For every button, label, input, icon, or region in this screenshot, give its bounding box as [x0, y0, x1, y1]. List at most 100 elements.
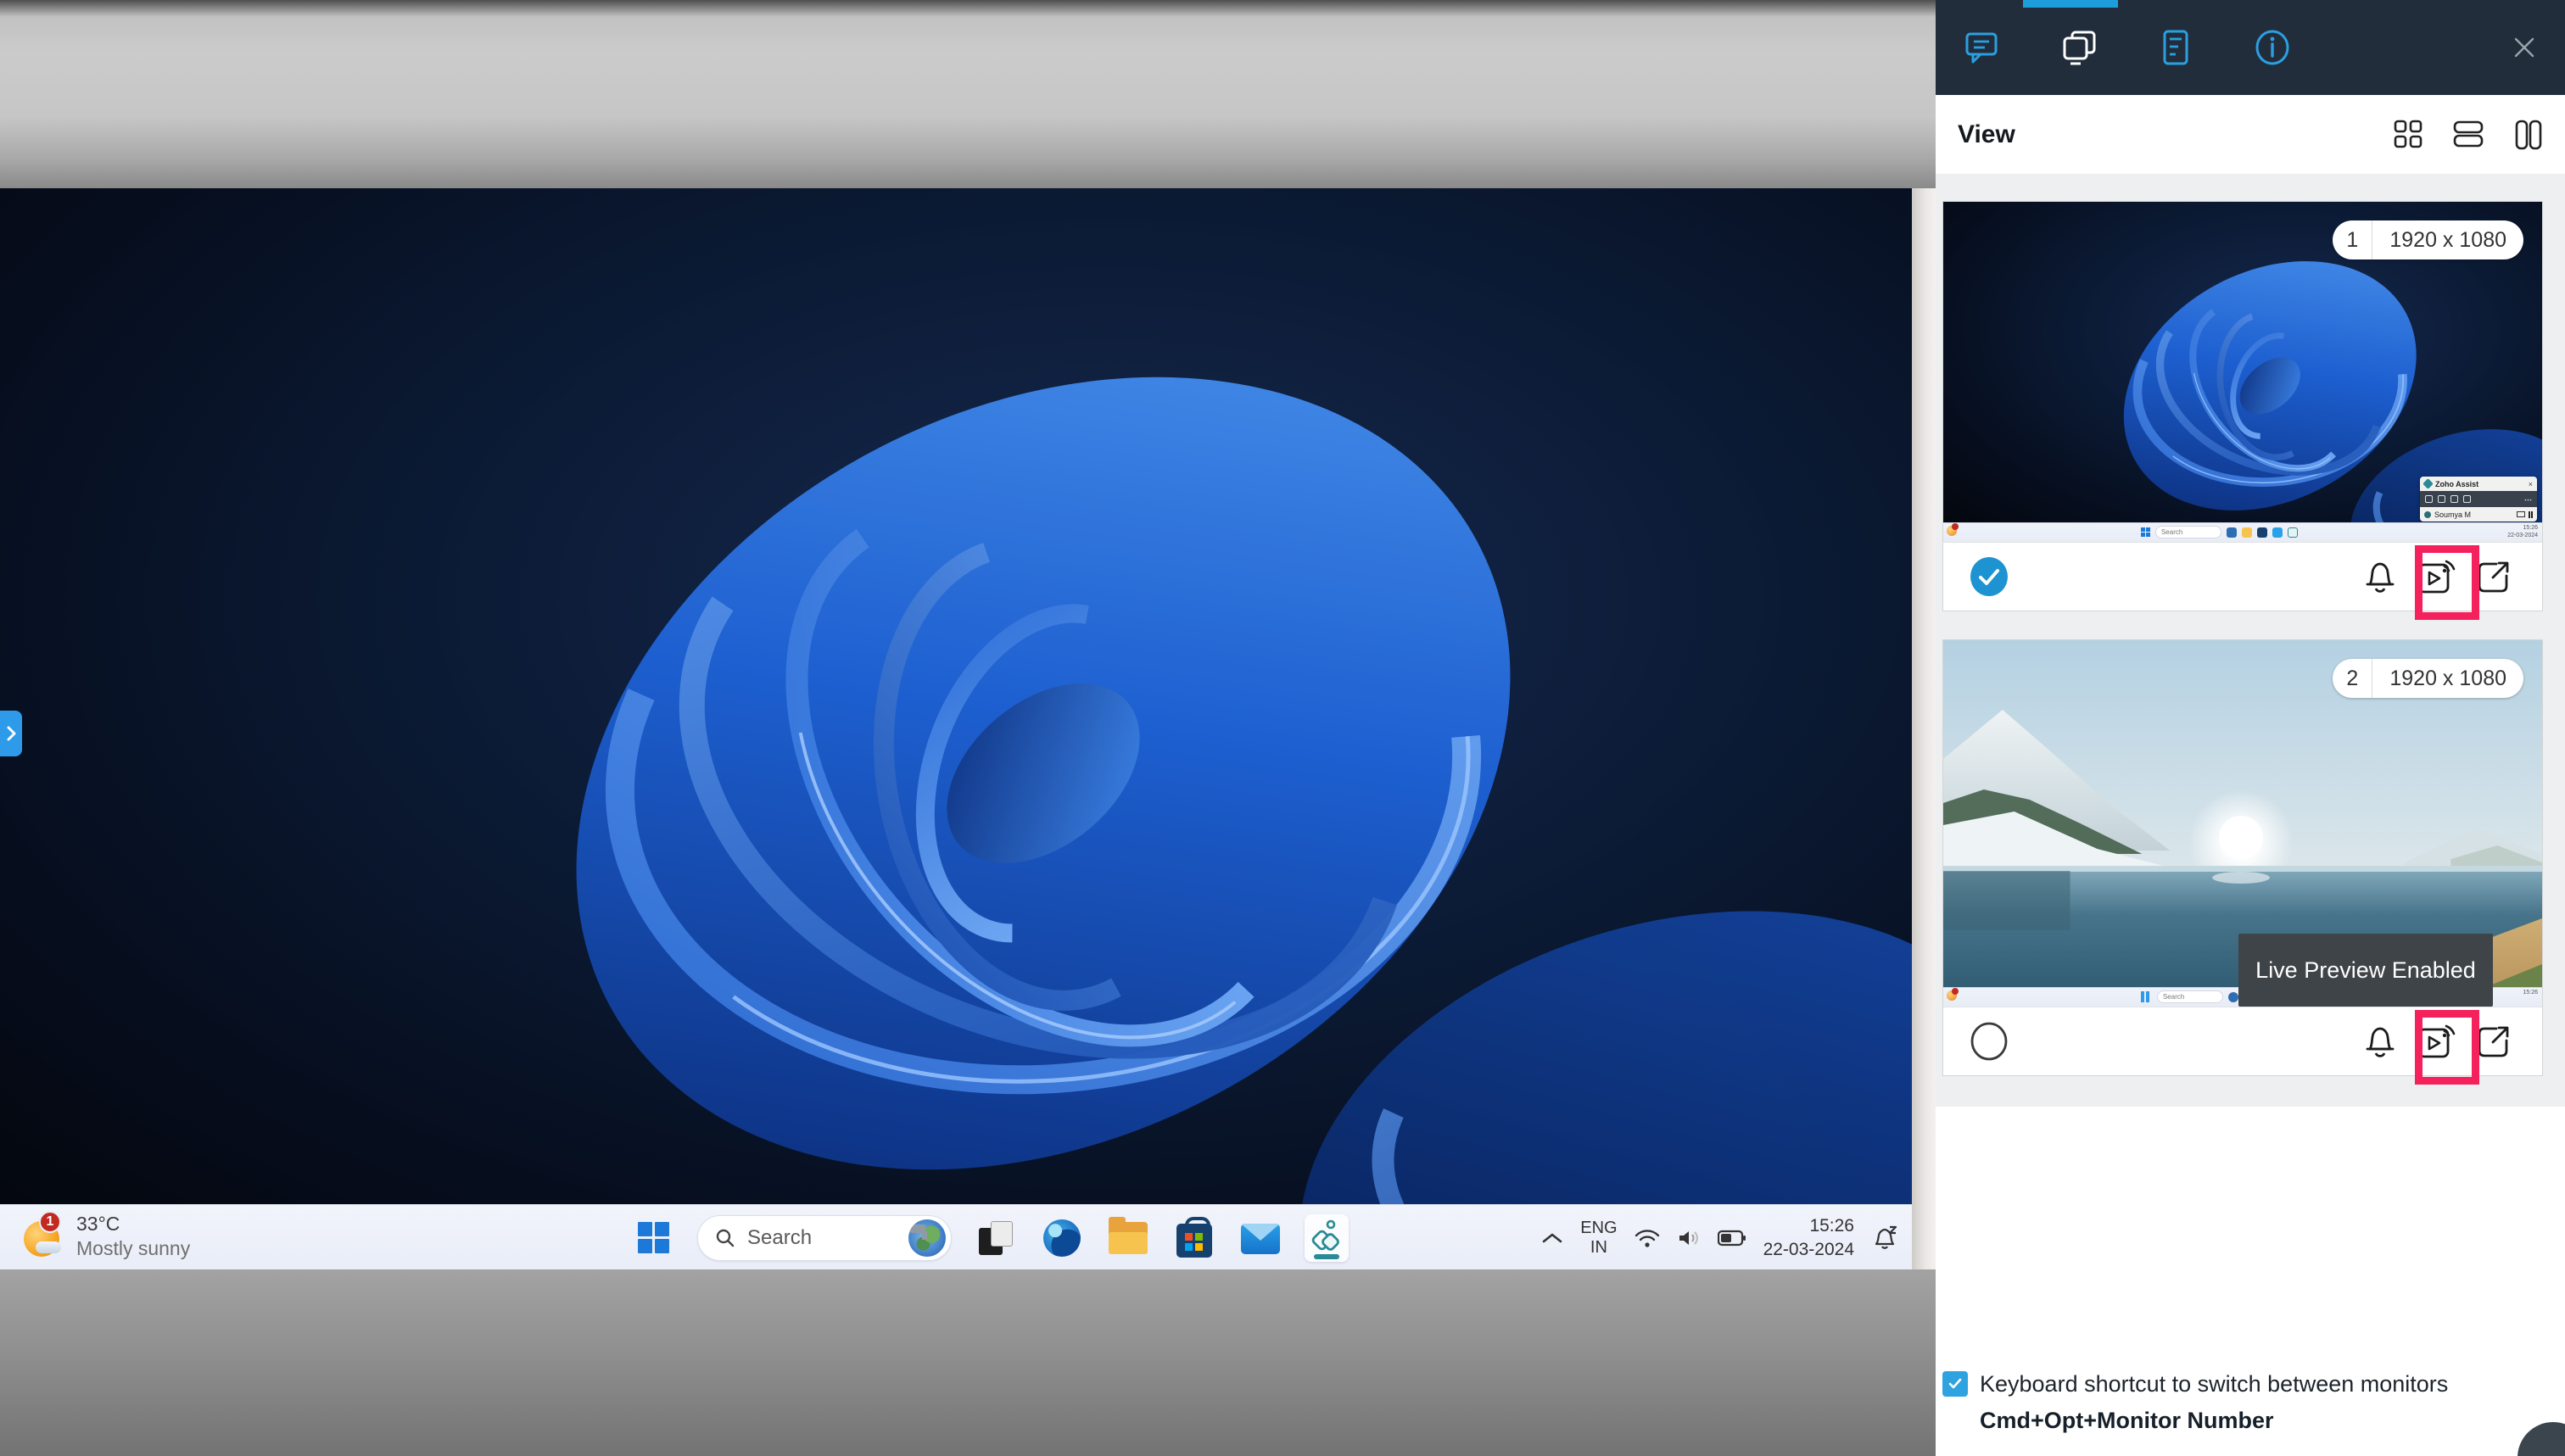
- bloom-wallpaper: [0, 188, 1912, 1269]
- monitor-card-1: 1 1920 x 1080 Zoho Assist × ⋯ Soumya M: [1942, 201, 2543, 611]
- tray-date: 22-03-2024: [1763, 1238, 1854, 1261]
- live-preview-icon: [2417, 1023, 2456, 1060]
- bell-icon: [2364, 559, 2396, 594]
- external-link-icon: [2476, 1024, 2512, 1059]
- thumb-assist-window: Zoho Assist × ⋯ Soumya M: [2420, 477, 2537, 522]
- bing-daily-image-icon: [908, 1219, 946, 1257]
- thumb-store-icon: [2257, 527, 2267, 538]
- weather-temp: 33°C: [76, 1212, 190, 1236]
- remote-desktop-view[interactable]: 1 33°C Mostly sunny Search: [0, 188, 1912, 1269]
- thumb-close-icon: ×: [2529, 480, 2533, 488]
- language-indicator[interactable]: ENG IN: [1580, 1219, 1617, 1258]
- session-panel-expand-tab[interactable]: [0, 711, 22, 756]
- tab-session-notes[interactable]: [2157, 29, 2194, 66]
- weather-badge: 1: [39, 1211, 61, 1233]
- backdrop-right: [1912, 188, 1936, 1269]
- clock[interactable]: 15:26 22-03-2024: [1763, 1214, 1854, 1261]
- taskbar-weather-widget[interactable]: 1 33°C Mostly sunny: [22, 1212, 190, 1261]
- tab-monitors[interactable]: [2060, 29, 2098, 66]
- thumb-avatar: [2424, 511, 2431, 518]
- layout-grid-button[interactable]: [2394, 120, 2422, 150]
- monitor-1-notify-button[interactable]: [2364, 559, 2396, 594]
- columns-layout-icon: [2514, 120, 2543, 150]
- sidebar-footer: Keyboard shortcut to switch between moni…: [1942, 1370, 2536, 1434]
- monitor-1-selected-radio[interactable]: [1969, 556, 2009, 597]
- thumb-pause-icon: [2141, 991, 2152, 1002]
- keyboard-shortcut-checkbox[interactable]: [1942, 1371, 1968, 1397]
- windows-taskbar: 1 33°C Mostly sunny Search: [0, 1204, 1912, 1269]
- speaker-icon[interactable]: [1677, 1228, 1701, 1248]
- notification-dnd-icon[interactable]: [1871, 1225, 1898, 1251]
- tray-time: 15:26: [1809, 1214, 1854, 1237]
- start-button[interactable]: [631, 1214, 675, 1262]
- store-icon: [1176, 1224, 1212, 1258]
- monitor-2-select-radio[interactable]: [1969, 1021, 2009, 1062]
- mail-button[interactable]: [1238, 1214, 1282, 1262]
- tab-session-info[interactable]: [2254, 29, 2291, 66]
- checkmark-icon: [1947, 1375, 1964, 1392]
- monitor-2-live-preview-button[interactable]: [2417, 1023, 2456, 1060]
- monitor-number: 1: [2333, 228, 2372, 253]
- battery-icon[interactable]: [1718, 1230, 1746, 1247]
- edge-button[interactable]: [1040, 1214, 1084, 1262]
- thumb-assist-user: Soumya M: [2434, 510, 2513, 519]
- thumb-search: Search: [2163, 993, 2184, 1001]
- task-view-icon: [979, 1221, 1013, 1255]
- layout-columns-button[interactable]: [2514, 120, 2543, 150]
- folder-icon: [1109, 1222, 1148, 1254]
- monitor-resolution: 1920 x 1080: [2372, 667, 2523, 691]
- thumb-edge-icon: [2227, 527, 2237, 538]
- monitor-number: 2: [2333, 667, 2372, 691]
- thumb-zoho-icon: [2288, 527, 2298, 538]
- monitor-1-actions: [1943, 542, 2542, 611]
- active-tab-indicator: [2023, 0, 2118, 8]
- external-link-icon: [2476, 559, 2512, 594]
- notes-panel-icon: [2161, 29, 2190, 66]
- thumb-assist-title: Zoho Assist: [2435, 480, 2525, 488]
- radio-unselected-icon: [1969, 1021, 2009, 1062]
- zoho-assist-taskbar-button[interactable]: [1305, 1214, 1349, 1262]
- thumb-taskbar: Search 15:2622-03-2024: [1943, 522, 2542, 542]
- monitor-2-notify-button[interactable]: [2364, 1024, 2396, 1059]
- thumb-search: Search: [2161, 528, 2182, 536]
- monitor-2-resolution-badge: 2 1920 x 1080: [2333, 659, 2523, 698]
- edge-icon: [1043, 1219, 1081, 1257]
- thumb-start-icon: [2141, 527, 2150, 537]
- thumb-assist-toolbar: ⋯: [2420, 491, 2537, 507]
- thumb-clock: 15:2622-03-2024: [2507, 525, 2538, 540]
- weather-desc: Mostly sunny: [76, 1236, 190, 1261]
- monitor-2-actions: [1943, 1007, 2542, 1075]
- chat-bubble-icon: [1964, 31, 2000, 64]
- view-title: View: [1958, 120, 2394, 149]
- tray-chevron-up-icon[interactable]: [1541, 1231, 1563, 1245]
- tab-chat[interactable]: [1964, 29, 2001, 66]
- lang-line2: IN: [1590, 1238, 1607, 1258]
- mail-icon: [1241, 1224, 1280, 1254]
- wifi-icon[interactable]: [1635, 1228, 1660, 1248]
- monitor-1-thumbnail[interactable]: 1 1920 x 1080 Zoho Assist × ⋯ Soumya M: [1943, 202, 2542, 542]
- monitor-card-2: 2 1920 x 1080 Search 15:26 Live Preview …: [1942, 639, 2543, 1076]
- keyboard-shortcut-label: Keyboard shortcut to switch between moni…: [1980, 1370, 2448, 1399]
- live-preview-icon: [2417, 558, 2456, 595]
- sidebar-close-button[interactable]: [2506, 29, 2543, 66]
- remote-session-area: 1 33°C Mostly sunny Search: [0, 0, 1936, 1456]
- keyboard-shortcut-combo: Cmd+Opt+Monitor Number: [1980, 1408, 2536, 1434]
- monitor-1-resolution-badge: 1 1920 x 1080: [2333, 220, 2523, 259]
- monitor-2-open-new-window-button[interactable]: [2476, 1024, 2512, 1059]
- backdrop-top: [0, 0, 1936, 188]
- monitor-list: 1 1920 x 1080 Zoho Assist × ⋯ Soumya M: [1936, 174, 2565, 1107]
- monitor-1-live-preview-button[interactable]: [2417, 558, 2456, 595]
- file-explorer-button[interactable]: [1106, 1214, 1150, 1262]
- monitor-1-open-new-window-button[interactable]: [2476, 559, 2512, 594]
- selected-check-icon: [1969, 556, 2009, 597]
- layout-rows-button[interactable]: [2453, 120, 2484, 150]
- thumb-weather-icon: [1947, 990, 1957, 1001]
- thumb-clock: 15:26: [2523, 990, 2538, 997]
- sidebar-toolbar: [1936, 0, 2565, 95]
- assist-sidebar: View: [1936, 0, 2565, 1456]
- thumb-folder-icon: [2242, 527, 2252, 538]
- task-view-button[interactable]: [974, 1214, 1018, 1262]
- search-placeholder: Search: [747, 1226, 897, 1250]
- ms-store-button[interactable]: [1172, 1214, 1216, 1262]
- taskbar-search[interactable]: Search: [697, 1215, 952, 1261]
